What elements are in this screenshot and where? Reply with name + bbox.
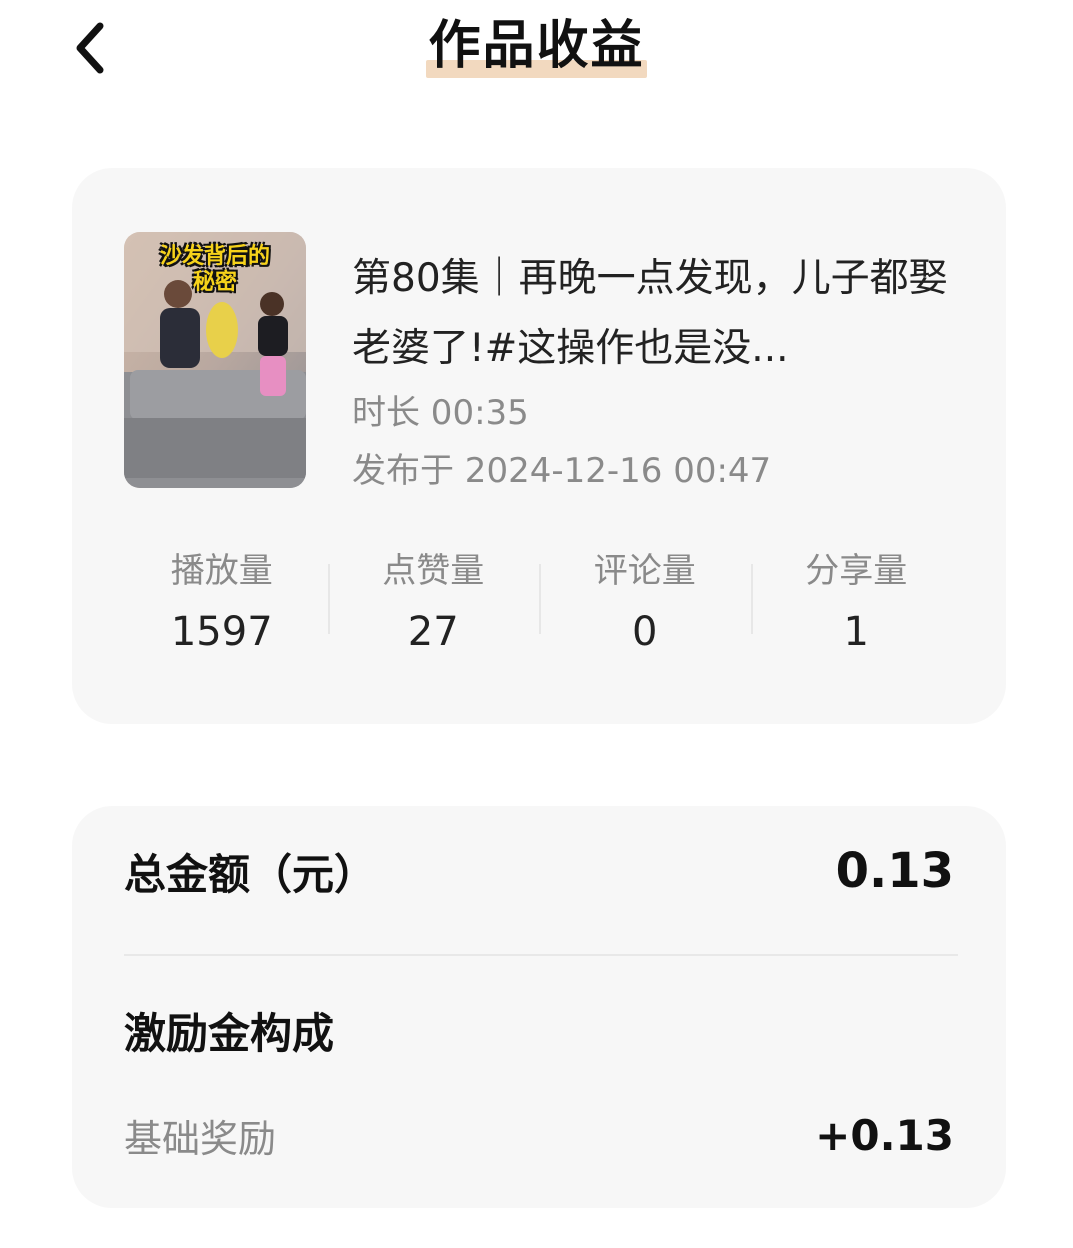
video-title: 第80集｜再晚一点发现，儿子都娶老婆了!#这操作也是没... — [352, 256, 948, 371]
thumbnail-caption: 沙发背后的 秘密 — [132, 244, 298, 296]
stat-likes: 点赞量 27 — [327, 546, 540, 656]
header: 作品收益 — [0, 0, 1073, 110]
divider — [124, 954, 958, 956]
stat-value: 1597 — [170, 609, 273, 655]
stat-shares: 分享量 1 — [750, 546, 963, 656]
breakdown-item-label: 基础奖励 — [124, 1116, 277, 1161]
stat-label: 播放量 — [170, 551, 273, 591]
stat-label: 评论量 — [593, 551, 696, 591]
stat-value: 1 — [843, 609, 869, 655]
earnings-card: 总金额（元） 0.13 激励金构成 基础奖励 +0.13 — [72, 806, 1006, 1208]
stat-label: 分享量 — [805, 551, 908, 591]
stat-value: 27 — [407, 609, 459, 655]
video-thumbnail[interactable]: 沙发背后的 秘密 — [124, 232, 306, 488]
video-info: 第80集｜再晚一点发现，儿子都娶老婆了!#这操作也是没... 时长 00:35 … — [352, 244, 962, 500]
video-card[interactable]: 沙发背后的 秘密 第80集｜再晚一点发现，儿子都娶老婆了!#这操作也是没... … — [72, 168, 1006, 724]
thumbnail-caption-line2: 秘密 — [192, 270, 237, 295]
video-publish-time: 发布于 2024-12-16 00:47 — [352, 451, 772, 491]
stat-comments: 评论量 0 — [539, 546, 751, 656]
total-amount-label: 总金额（元） — [124, 849, 377, 899]
stat-label: 点赞量 — [382, 551, 485, 591]
total-amount-value: 0.13 — [835, 843, 954, 899]
total-amount-row: 总金额（元） 0.13 — [124, 836, 954, 906]
video-stats: 播放量 1597 点赞量 27 评论量 0 分享量 1 — [116, 546, 962, 656]
thumbnail-caption-line1: 沙发背后的 — [159, 244, 270, 269]
stat-plays: 播放量 1597 — [116, 546, 328, 656]
video-duration: 时长 00:35 — [352, 393, 529, 433]
page-title: 作品收益 — [426, 16, 647, 78]
stat-value: 0 — [632, 609, 658, 655]
breakdown-item-value: +0.13 — [815, 1110, 954, 1160]
breakdown-item: 基础奖励 +0.13 — [124, 1100, 954, 1170]
breakdown-title: 激励金构成 — [124, 1009, 335, 1058]
